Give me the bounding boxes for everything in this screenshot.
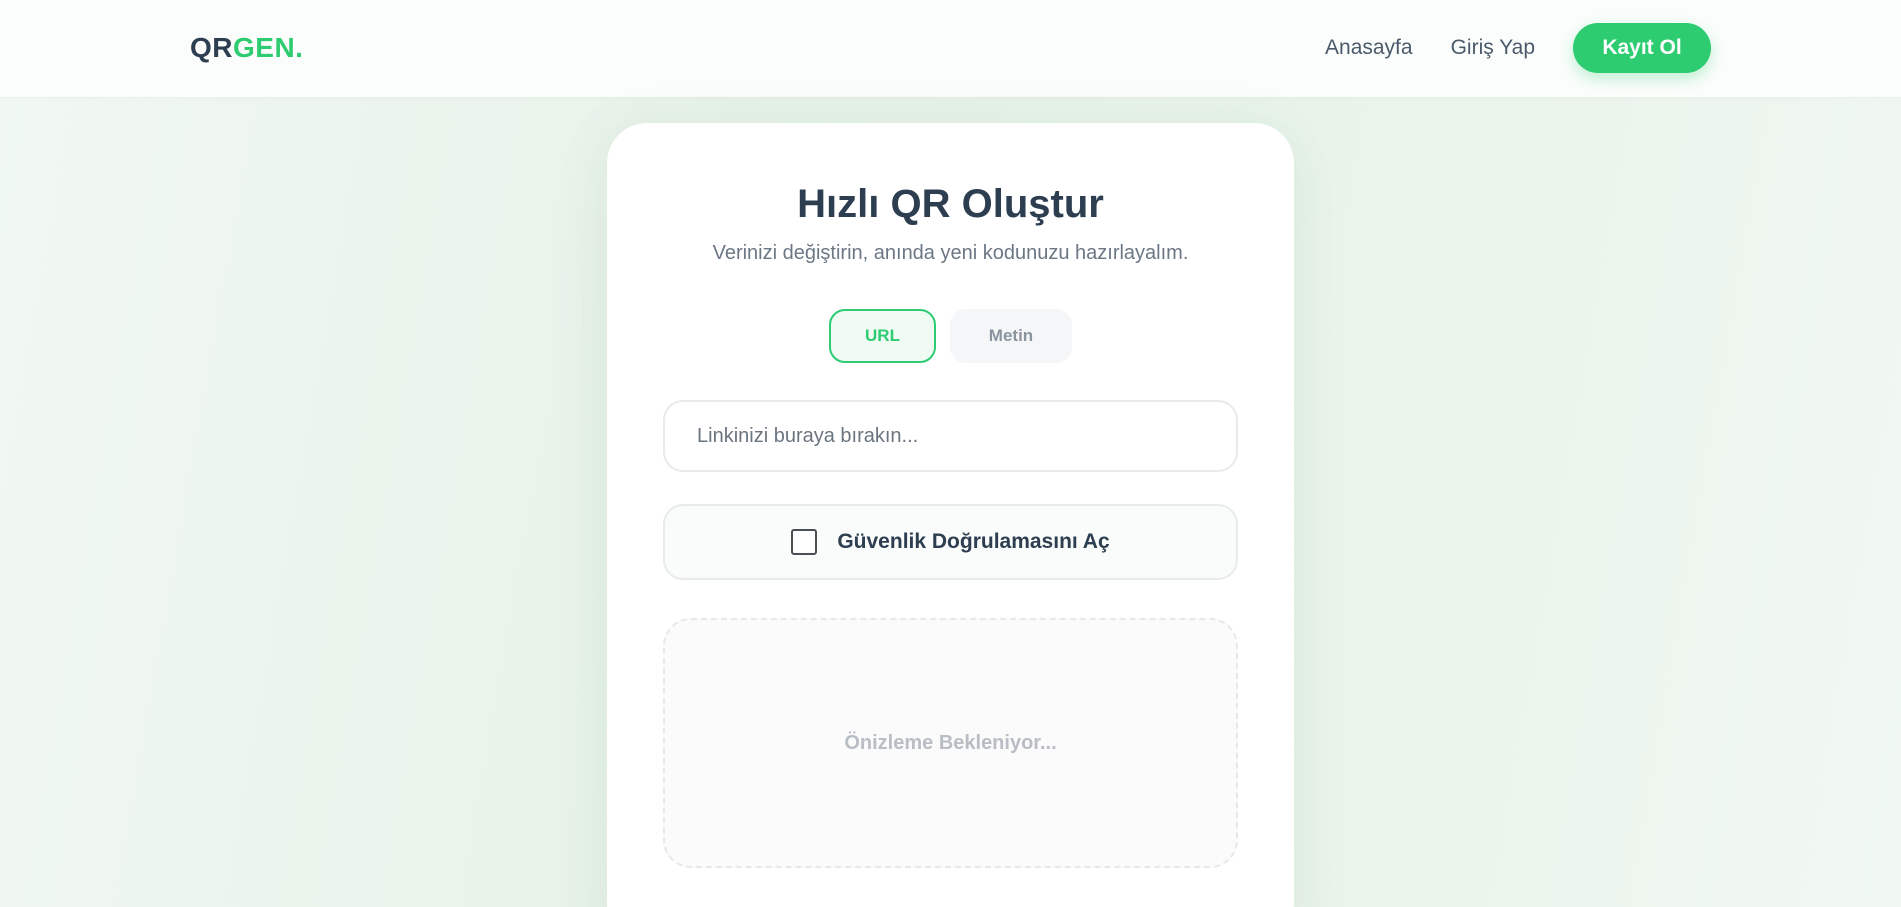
page-subtitle: Verinizi değiştirin, anında yeni kodunuz…	[712, 242, 1189, 264]
logo-qr-text: QR	[190, 32, 233, 63]
nav-links: Anasayfa Giriş Yap Kayıt Ol	[1325, 23, 1711, 73]
security-toggle[interactable]: Güvenlik Doğrulamasını Aç	[663, 504, 1238, 580]
qr-generator-card: Hızlı QR Oluştur Verinizi değiştirin, an…	[607, 123, 1294, 907]
preview-placeholder-text: Önizleme Bekleniyor...	[844, 731, 1057, 754]
input-type-tabs: URL Metin	[607, 309, 1294, 363]
tab-url[interactable]: URL	[829, 309, 936, 363]
navbar: QRGEN. Anasayfa Giriş Yap Kayıt Ol	[0, 0, 1901, 97]
checkbox-unchecked-icon[interactable]	[791, 529, 818, 555]
signup-button[interactable]: Kayıt Ol	[1573, 23, 1711, 73]
logo[interactable]: QRGEN.	[190, 32, 303, 64]
logo-gen-text: GEN.	[233, 32, 304, 63]
url-input[interactable]	[663, 400, 1238, 472]
nav-login-link[interactable]: Giriş Yap	[1451, 35, 1535, 61]
qr-preview-area: Önizleme Bekleniyor...	[663, 618, 1238, 868]
nav-home-link[interactable]: Anasayfa	[1325, 35, 1413, 61]
page-title: Hızlı QR Oluştur	[797, 182, 1104, 226]
security-toggle-label: Güvenlik Doğrulamasını Aç	[837, 530, 1110, 553]
tab-metin[interactable]: Metin	[950, 309, 1072, 363]
